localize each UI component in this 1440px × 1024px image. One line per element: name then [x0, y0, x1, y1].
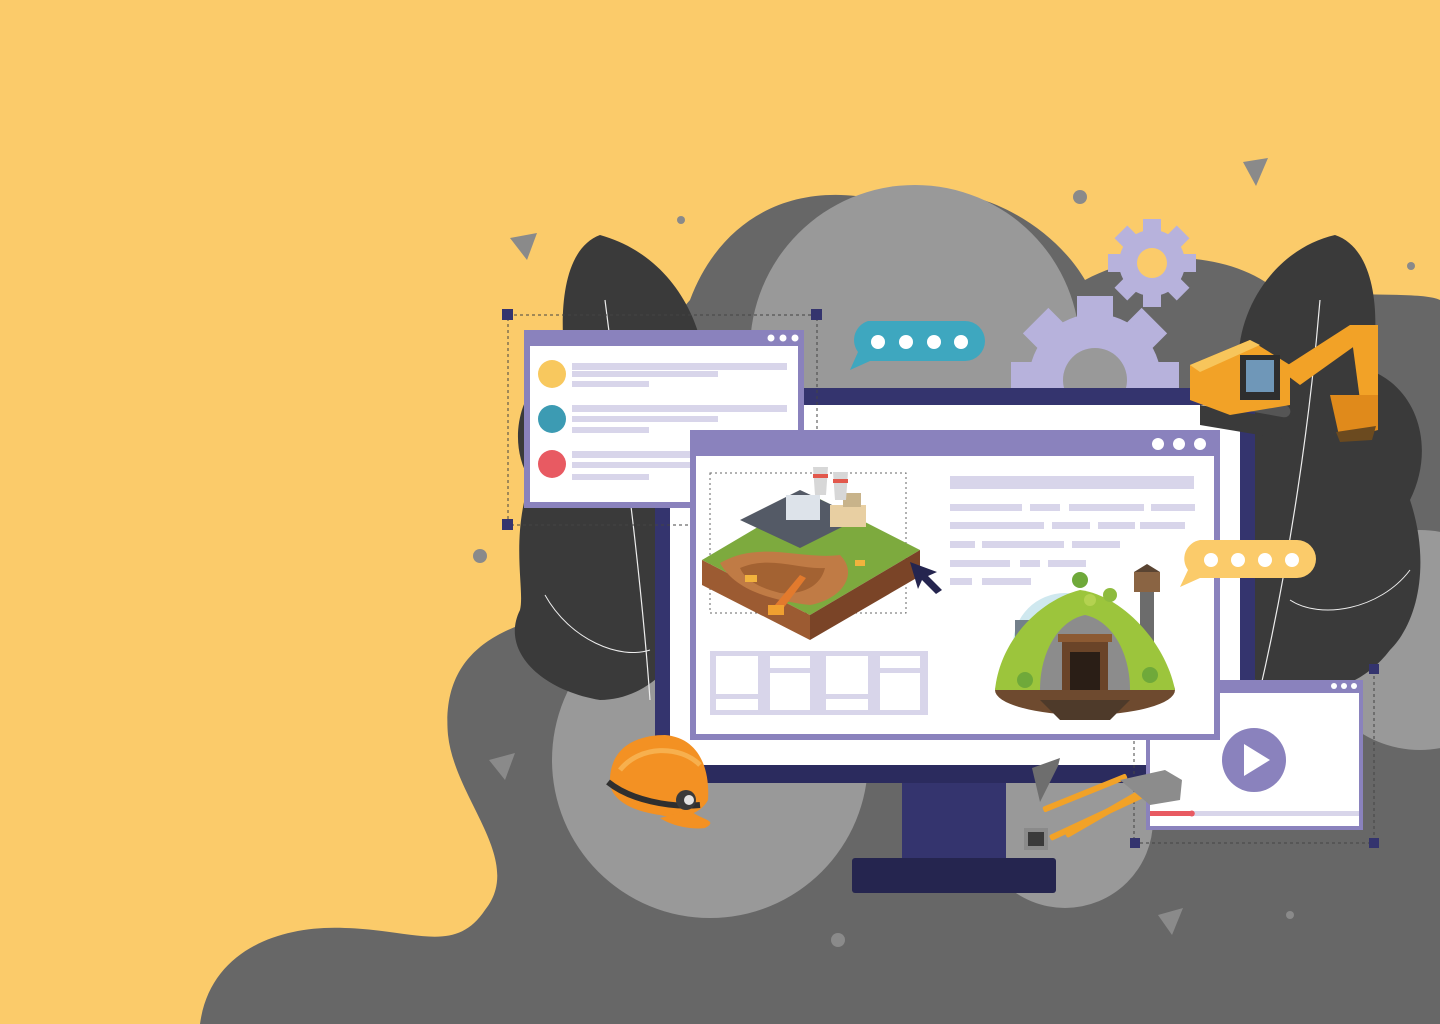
window-control-dot [791, 334, 799, 342]
placeholder-line [572, 474, 649, 480]
progress-handle [1188, 810, 1195, 817]
main-app-window [690, 430, 1220, 740]
window-control-dot [779, 334, 787, 342]
window-control-dot [1331, 683, 1337, 689]
list-item-bullet-yellow [538, 360, 566, 388]
dot-shape [473, 549, 487, 563]
placeholder-line [572, 416, 718, 422]
monitor-stand-base [852, 858, 1056, 893]
table-placeholder [710, 651, 928, 715]
mining-software-illustration [200, 158, 1440, 1024]
placeholder-line [572, 363, 787, 370]
placeholder-line [572, 405, 787, 412]
placeholder-line [572, 427, 649, 433]
list-item-bullet-teal [538, 405, 566, 433]
monitor-stand-neck [902, 776, 1006, 862]
play-button[interactable] [1222, 728, 1286, 792]
window-control-dot [1341, 683, 1347, 689]
dot-shape [677, 216, 685, 224]
placeholder-line [572, 371, 718, 377]
progress-bar [1150, 811, 1192, 816]
triangle-shape [1243, 158, 1268, 186]
dot-shape [831, 933, 845, 947]
window-control-dot [1351, 683, 1357, 689]
window-control-dot [1194, 438, 1206, 450]
dot-shape [1286, 911, 1294, 919]
placeholder-line [572, 381, 649, 387]
window-control-dot [1173, 438, 1185, 450]
window-control-dot [767, 334, 775, 342]
dot-shape [1073, 190, 1087, 204]
triangle-shape [510, 233, 537, 260]
gear-icon [1108, 219, 1196, 307]
list-item-bullet-red [538, 450, 566, 478]
dot-shape [1407, 262, 1415, 270]
window-control-dot [1152, 438, 1164, 450]
